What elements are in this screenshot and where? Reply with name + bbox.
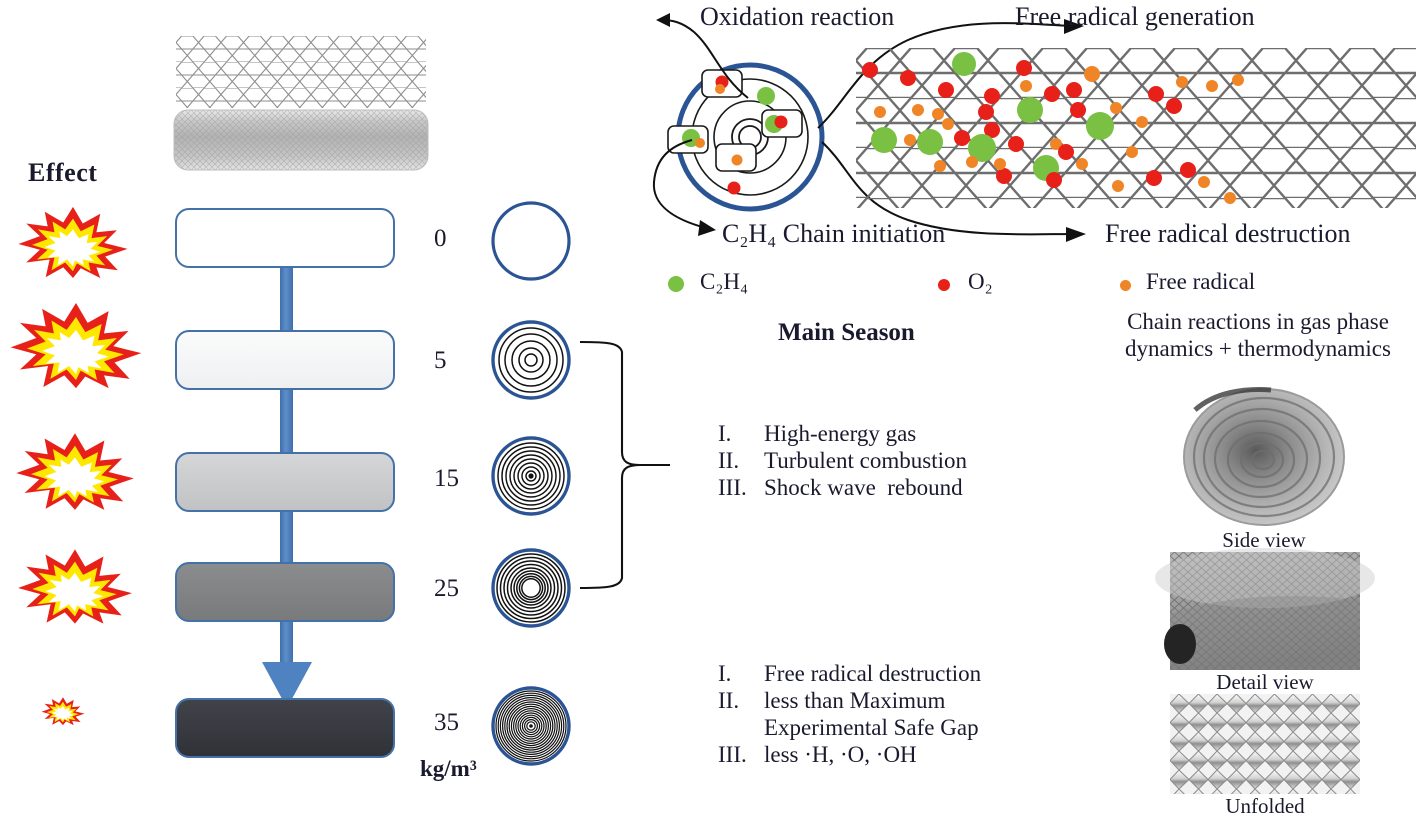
process-box-25[interactable] (175, 562, 395, 622)
label-chain-initiation: C₂H₄ Chain initiation (722, 219, 946, 248)
photo-side-view (1183, 387, 1345, 526)
list-item: III. Shock wave rebound (718, 474, 967, 501)
list-text: less ·H, ·O, ·OH (764, 742, 917, 768)
list-numeral: III. (718, 475, 747, 501)
density-label-15: 15 (434, 465, 459, 492)
list-numeral: III. (718, 742, 747, 768)
list-main-season-effects: I. High-energy gas II. Turbulent combust… (718, 420, 967, 501)
honeycomb-reaction-zone (856, 48, 1416, 208)
legend-label-c2h4: C₂H₄ (700, 269, 748, 294)
list-item: I. Free radical destruction (718, 660, 981, 687)
density-label-25: 25 (434, 575, 459, 602)
effect-header: Effect (28, 158, 98, 187)
list-text: less than Maximum (764, 688, 946, 714)
main-season-title: Main Season (778, 319, 915, 346)
shockwave-target-5 (491, 320, 571, 400)
legend-label-o2: O₂ (968, 269, 993, 294)
caption-unfolded: Unfolded (1225, 794, 1305, 818)
list-text: Free radical destruction (764, 661, 982, 686)
shockwave-target-15 (491, 436, 571, 516)
explosion-icon-15 (16, 433, 134, 510)
chain-reactions-line1: Chain reactions in gas phase (1127, 309, 1389, 334)
mesh-cylinder-photo (173, 109, 429, 171)
shockwave-target-25 (491, 548, 571, 628)
list-suppression-effects: I. Free radical destruction II. less tha… (718, 660, 981, 769)
list-item: II. less than Maximum (718, 687, 981, 714)
grouping-brace (579, 340, 670, 590)
list-text: Experimental Safe Gap (764, 715, 979, 741)
list-numeral: I. (718, 421, 732, 446)
caption-detail-view: Detail view (1216, 670, 1314, 694)
density-label-5: 5 (434, 347, 447, 374)
shockwave-target-0 (491, 201, 571, 281)
legend-swatch-free-radical (1120, 280, 1131, 291)
density-label-35: 35 (434, 709, 459, 736)
process-box-5[interactable] (175, 330, 395, 390)
chain-reactions-line2: dynamics + thermodynamics (1125, 336, 1391, 362)
chain-reactions-caption: Chain reactions in gas phase dynamics + … (1108, 308, 1408, 362)
list-text: Shock wave rebound (764, 475, 963, 501)
flow-stem-2 (280, 388, 293, 460)
process-box-35[interactable] (175, 698, 395, 758)
label-oxidation-reaction: Oxidation reaction (700, 2, 895, 31)
list-text: Turbulent combustion (764, 448, 967, 474)
flow-stem-1 (280, 264, 293, 336)
list-numeral: II. (718, 448, 740, 474)
legend-label-free-radical: Free radical (1146, 269, 1256, 294)
list-item-continuation: Experimental Safe Gap (718, 714, 981, 741)
list-item: I. High-energy gas (718, 420, 967, 447)
photo-detail-view (1155, 548, 1375, 670)
legend-swatch-c2h4 (668, 276, 684, 292)
list-item: III. less ·H, ·O, ·OH (718, 741, 981, 768)
explosion-icon-5 (10, 303, 142, 389)
process-box-0[interactable] (175, 208, 395, 268)
list-numeral: II. (718, 688, 740, 714)
explosion-icon-25 (18, 549, 132, 624)
list-numeral: I. (718, 661, 732, 686)
photo-unfolded (1170, 694, 1360, 794)
density-label-0: 0 (434, 225, 447, 252)
label-free-radical-generation: Free radical generation (1015, 2, 1255, 31)
list-numeral (718, 714, 764, 741)
legend-swatch-o2 (938, 279, 950, 291)
explosion-icon-35 (41, 697, 85, 726)
list-text: High-energy gas (764, 421, 917, 446)
shockwave-target-35 (491, 686, 571, 766)
list-item: II. Turbulent combustion (718, 447, 967, 474)
label-free-radical-destruction: Free radical destruction (1105, 219, 1351, 248)
process-box-15[interactable] (175, 452, 395, 512)
density-unit-label: kg/m³ (420, 756, 477, 781)
honeycomb-mesh-strip (176, 36, 426, 108)
explosion-icon-0 (18, 206, 128, 279)
